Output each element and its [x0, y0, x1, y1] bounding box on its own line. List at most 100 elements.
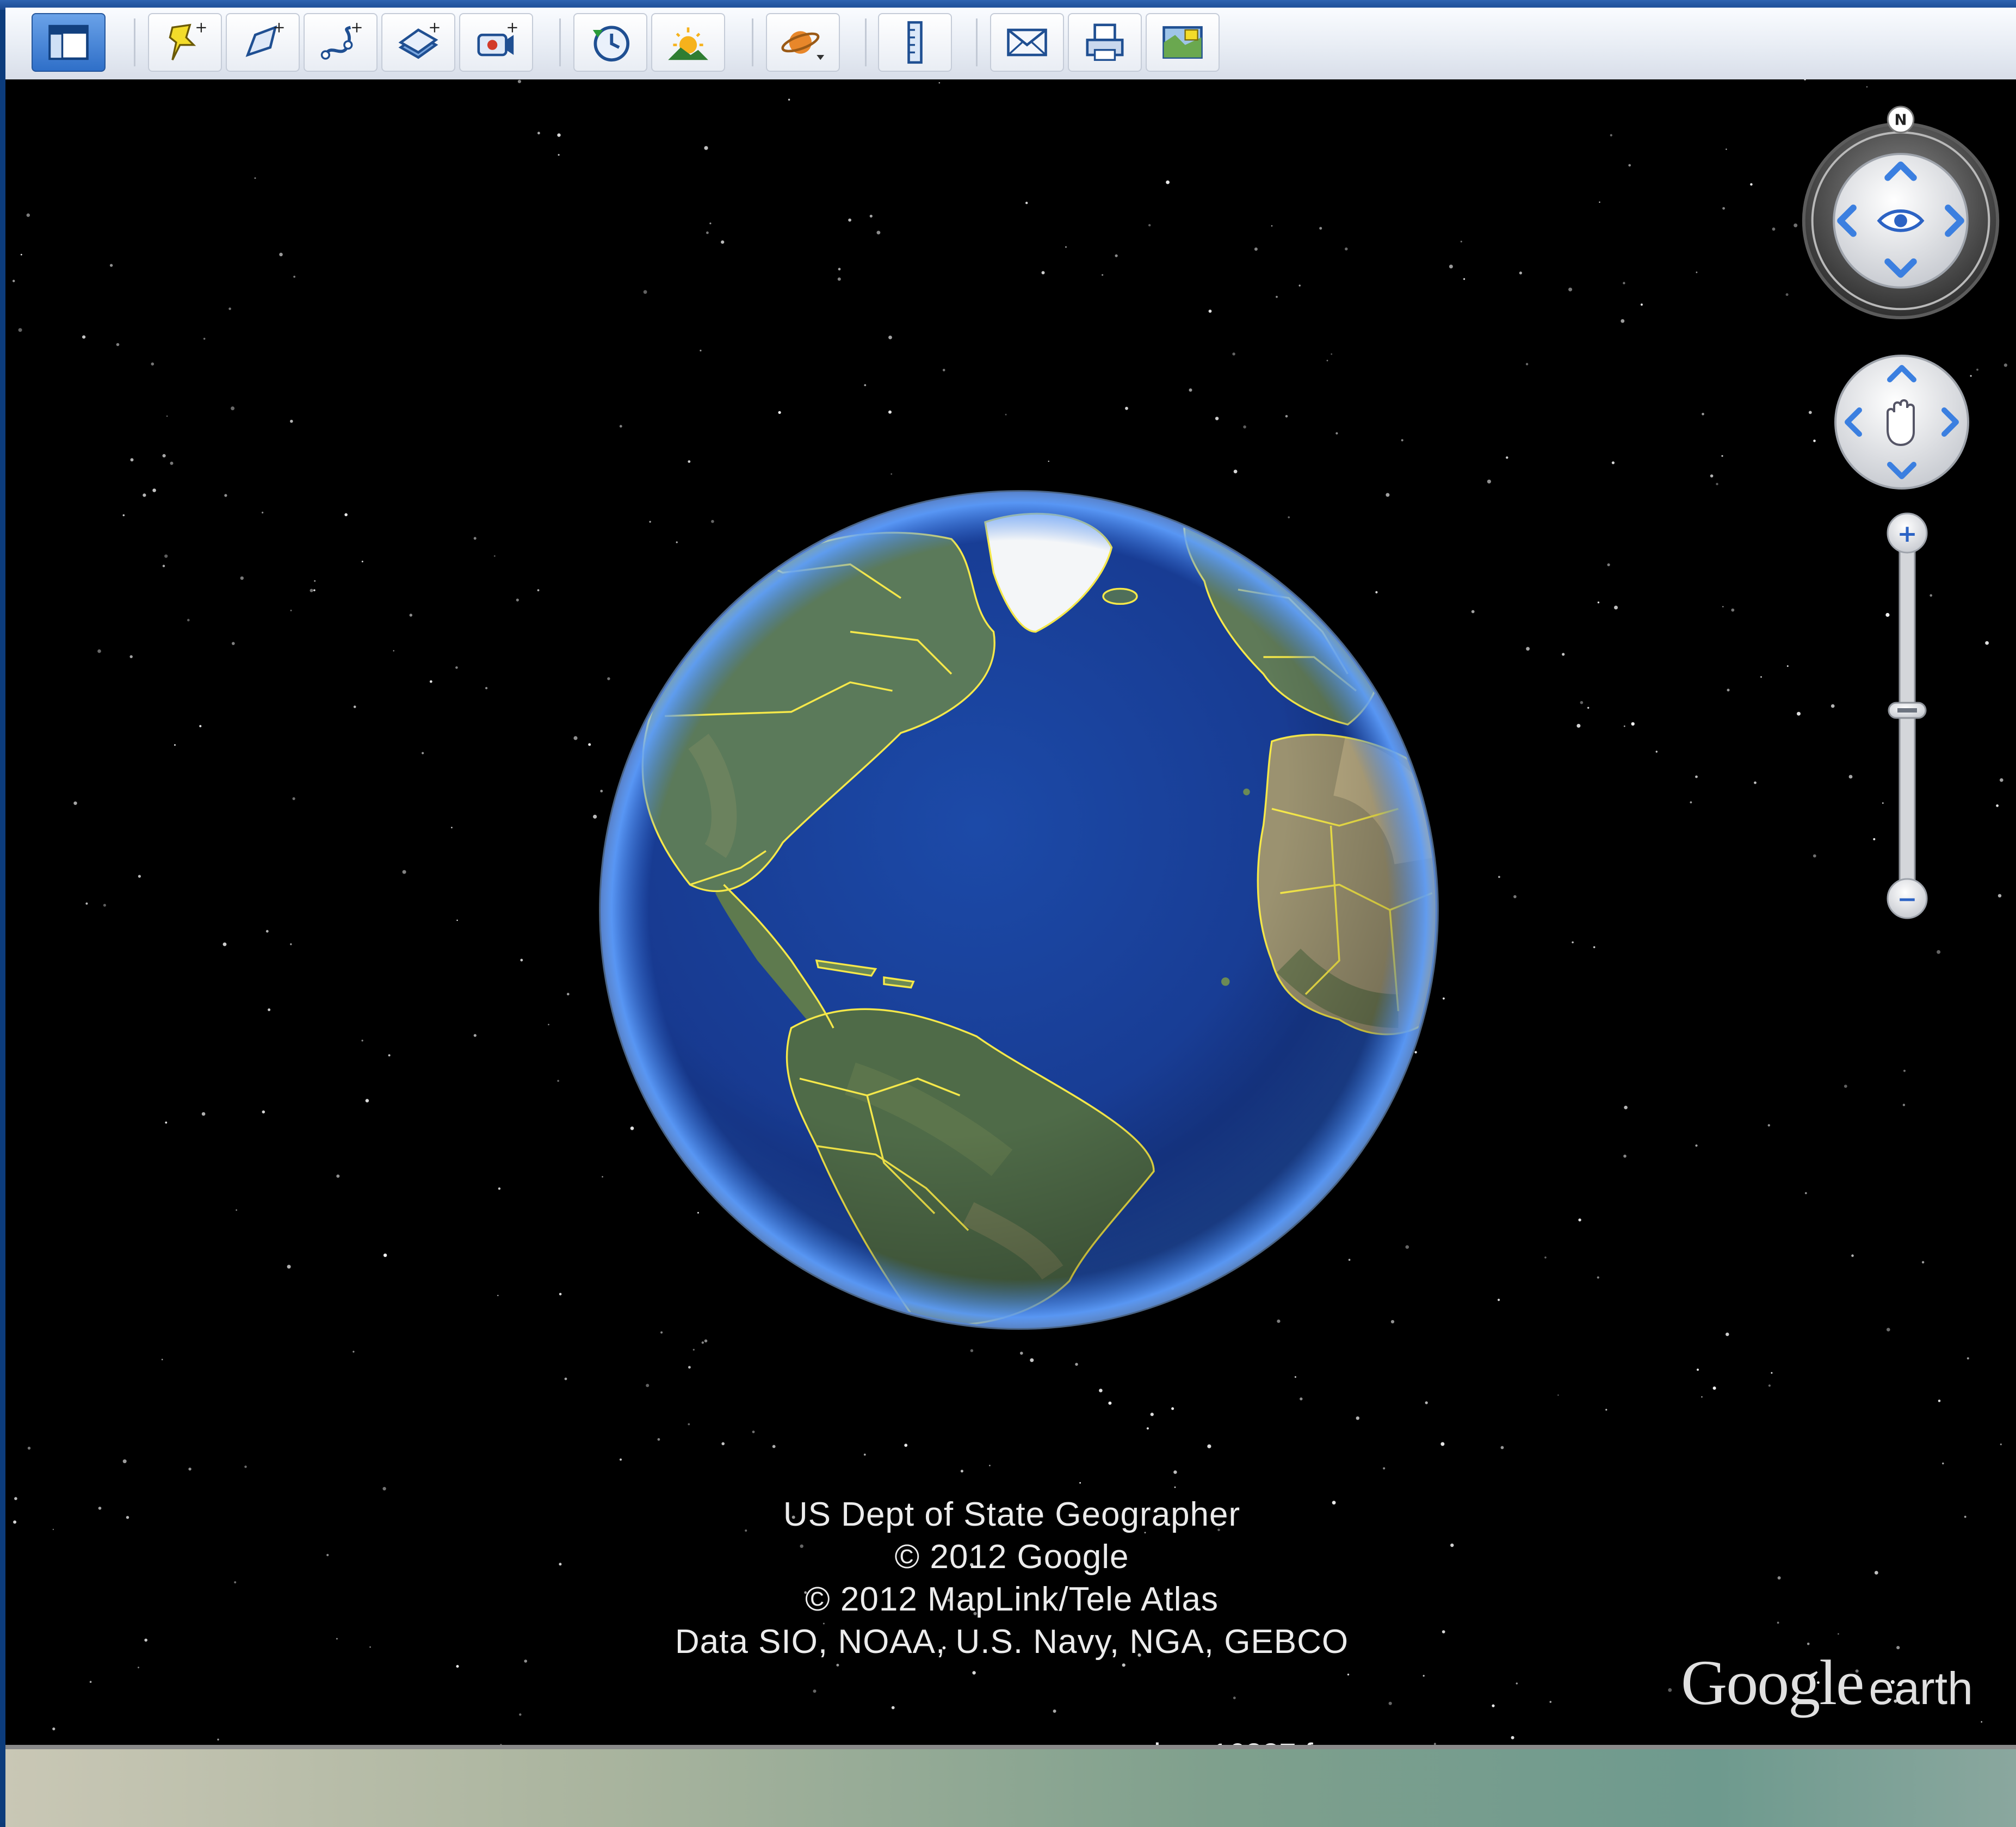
historical-imagery-button[interactable]: [573, 13, 647, 72]
star: [1964, 1515, 1966, 1518]
star: [1716, 482, 1718, 486]
star: [1580, 701, 1584, 704]
star: [1597, 1276, 1599, 1279]
star: [1030, 1358, 1034, 1362]
star: [1498, 876, 1500, 878]
star: [1053, 1710, 1056, 1713]
star: [848, 218, 851, 222]
star: [524, 1659, 527, 1663]
star: [704, 1339, 708, 1343]
star: [891, 1706, 895, 1710]
data-attribution: US Dept of State Geographer © 2012 Googl…: [549, 1494, 1474, 1663]
star: [1500, 1446, 1504, 1450]
star: [1760, 676, 1762, 678]
star: [1025, 201, 1028, 205]
move-control[interactable]: [1831, 351, 1972, 493]
star: [778, 411, 781, 414]
star: [383, 1253, 387, 1257]
star: [1298, 284, 1301, 287]
star: [657, 1438, 660, 1441]
star: [1449, 264, 1453, 269]
star: [1767, 1124, 1770, 1127]
star: [1702, 413, 1704, 416]
star: [217, 1738, 219, 1741]
star: [292, 797, 295, 800]
star: [646, 1384, 650, 1388]
star: [788, 98, 790, 101]
star: [388, 1054, 391, 1057]
star: [1777, 1576, 1781, 1580]
star: [361, 560, 363, 562]
add-polygon-button[interactable]: +: [226, 13, 300, 72]
star: [203, 338, 206, 340]
toolbar-separator: [559, 18, 561, 66]
3d-viewer[interactable]: US Dept of State Geographer © 2012 Googl…: [5, 79, 2016, 1745]
star: [1189, 388, 1192, 392]
zoom-slider[interactable]: + −: [1880, 509, 1934, 922]
star: [144, 1638, 147, 1642]
star: [1623, 725, 1625, 727]
star: [1568, 287, 1573, 292]
star: [234, 1581, 237, 1584]
star: [1710, 474, 1714, 478]
star: [1942, 1462, 1944, 1465]
star: [1887, 1328, 1890, 1331]
star: [1624, 1105, 1628, 1110]
email-button[interactable]: [990, 13, 1064, 72]
star: [143, 493, 146, 497]
star: [1294, 1376, 1296, 1378]
google-earth-logo: Google earth: [1681, 1646, 1973, 1720]
star: [1866, 86, 1868, 88]
show-ruler-button[interactable]: [878, 13, 952, 72]
star: [201, 1112, 206, 1116]
print-button[interactable]: [1068, 13, 1142, 72]
star: [232, 642, 235, 645]
star: [20, 253, 22, 256]
star: [314, 580, 316, 582]
star: [1786, 665, 1789, 667]
star: [701, 1341, 704, 1344]
toolbar-separator: [865, 18, 867, 66]
eye-icon: [1877, 209, 1925, 232]
star: [1976, 368, 1978, 371]
star: [1383, 1467, 1386, 1470]
look-around-control[interactable]: N: [1793, 104, 2008, 320]
view-in-google-maps-button[interactable]: [1146, 13, 1220, 72]
star: [752, 1430, 755, 1434]
add-path-button[interactable]: +: [304, 13, 378, 72]
star: [1807, 1643, 1810, 1645]
star: [98, 1507, 102, 1510]
star: [1243, 425, 1246, 429]
star: [122, 514, 125, 517]
add-image-overlay-button[interactable]: +: [381, 13, 455, 72]
sunlight-button[interactable]: [651, 13, 725, 72]
star: [422, 752, 424, 754]
star: [1549, 1701, 1552, 1703]
record-tour-button[interactable]: +: [459, 13, 533, 72]
star: [18, 328, 22, 332]
star: [13, 1520, 17, 1524]
show-sidebar-button[interactable]: [32, 13, 106, 72]
earth-globe[interactable]: [597, 488, 1440, 1331]
star: [290, 609, 292, 611]
switch-planet-button[interactable]: [766, 13, 840, 72]
star: [1938, 1399, 1941, 1402]
star: [1487, 479, 1491, 484]
star: [498, 1187, 501, 1190]
toolbar-separator: [976, 18, 978, 66]
star: [326, 1553, 329, 1557]
star: [287, 1265, 291, 1269]
star: [336, 1174, 340, 1178]
star: [1519, 271, 1522, 275]
star: [1605, 1409, 1607, 1411]
star: [97, 649, 101, 653]
star: [162, 565, 165, 567]
star: [2000, 1443, 2002, 1446]
star: [1492, 1704, 1495, 1707]
star: [1750, 183, 1753, 186]
star: [268, 1008, 271, 1011]
star: [1498, 1298, 1500, 1301]
add-placemark-button[interactable]: +: [148, 13, 222, 72]
star: [1463, 278, 1465, 280]
star: [1721, 455, 1723, 457]
